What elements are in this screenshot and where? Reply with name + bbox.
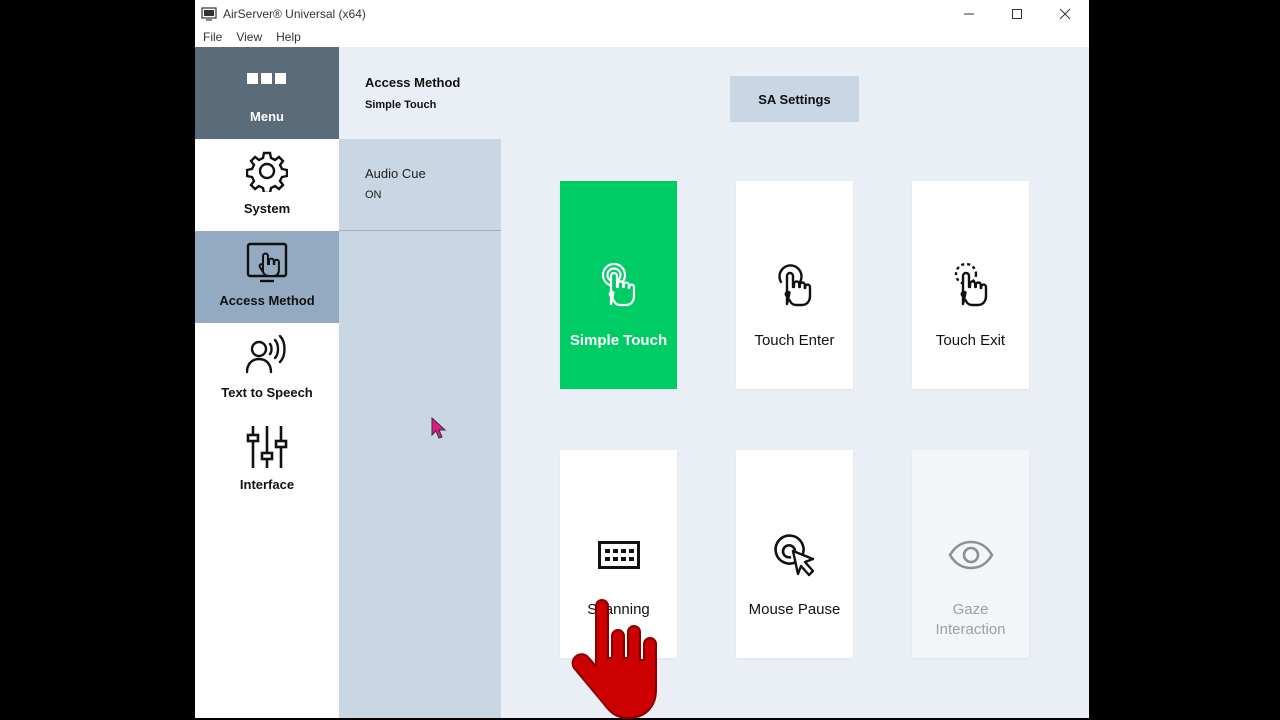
tile-label: Simple Touch: [569, 332, 668, 349]
app-icon: [201, 6, 217, 22]
eye-icon: [947, 530, 994, 580]
simple-touch-icon: [599, 261, 639, 311]
audio-cue-label: Audio Cue: [365, 166, 426, 181]
tile-label: Mouse Pause: [748, 601, 841, 618]
tile-mouse-pause[interactable]: Mouse Pause: [736, 450, 853, 658]
sidebar-item-label: Menu: [250, 109, 284, 124]
maximize-button[interactable]: [993, 0, 1041, 28]
sidebar-item-label: Text to Speech: [221, 385, 313, 400]
sidebar-item-system[interactable]: System: [195, 139, 339, 231]
sidebar-item-label: Access Method: [219, 293, 315, 308]
minimize-icon: [964, 13, 974, 15]
tile-gaze-interaction: Gaze Interaction: [912, 450, 1029, 658]
section-title: Access Method: [365, 75, 461, 90]
sub-panel: Access Method Simple Touch Audio Cue ON: [339, 47, 501, 718]
tile-simple-touch[interactable]: Simple Touch: [560, 181, 677, 389]
red-hand-pointer-icon: [571, 599, 657, 719]
audio-cue-row[interactable]: Audio Cue ON: [339, 139, 501, 231]
menu-bar: File View Help: [195, 28, 1089, 47]
gear-icon: [246, 149, 288, 193]
sidebar-item-text-to-speech[interactable]: Text to Speech: [195, 323, 339, 415]
menu-view[interactable]: View: [236, 28, 262, 47]
sidebar-item-label: Interface: [239, 477, 295, 492]
touch-screen-icon: [246, 241, 288, 285]
tile-label: Gaze Interaction: [935, 601, 1006, 638]
close-button[interactable]: [1041, 0, 1089, 28]
sidebar-item-access-method[interactable]: Access Method: [195, 231, 339, 323]
sidebar: Menu System Access Method Text to Speech…: [195, 47, 339, 718]
mouse-pointer-icon: [431, 417, 447, 439]
close-icon: [1059, 8, 1071, 20]
sidebar-item-menu[interactable]: Menu: [195, 47, 339, 139]
sidebar-item-interface[interactable]: Interface: [195, 415, 339, 507]
touch-exit-icon: [951, 261, 991, 311]
tile-label: Touch Enter: [754, 332, 835, 349]
maximize-icon: [1012, 9, 1022, 19]
menu-dots-icon: [246, 57, 288, 101]
minimize-button[interactable]: [945, 0, 993, 28]
audio-cue-value: ON: [365, 189, 382, 201]
sidebar-item-label: System: [243, 201, 291, 216]
settings-list: Audio Cue ON: [339, 139, 501, 718]
title-bar: AirServer® Universal (x64): [195, 0, 1089, 28]
window-title: AirServer® Universal (x64): [223, 7, 366, 21]
sa-settings-button[interactable]: SA Settings: [730, 76, 859, 122]
mouse-pause-icon: [772, 530, 818, 580]
speaking-head-icon: [246, 333, 288, 377]
sliders-icon: [246, 425, 288, 469]
tile-touch-exit[interactable]: Touch Exit: [912, 181, 1029, 389]
touch-enter-icon: [775, 261, 815, 311]
sub-panel-header: Access Method Simple Touch: [339, 47, 501, 139]
menu-file[interactable]: File: [203, 28, 222, 47]
scanning-icon: [596, 530, 642, 580]
tile-label: Touch Exit: [935, 332, 1006, 349]
tile-touch-enter[interactable]: Touch Enter: [736, 181, 853, 389]
section-current-value: Simple Touch: [365, 99, 437, 111]
menu-help[interactable]: Help: [276, 28, 301, 47]
